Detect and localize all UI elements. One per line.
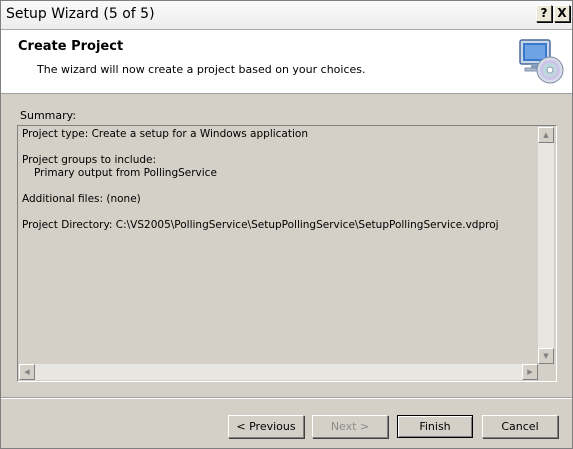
summary-project-directory: Project Directory: C:\VS2005\PollingServ…	[22, 219, 499, 231]
title-bar: Setup Wizard (5 of 5) ? X	[1, 1, 572, 30]
summary-groups-item: Primary output from PollingService	[34, 167, 217, 179]
arrow-left-icon[interactable]: ◀	[19, 364, 35, 380]
summary-label: Summary:	[20, 109, 77, 122]
arrow-down-icon[interactable]: ▼	[538, 348, 554, 364]
summary-content: Project type: Create a setup for a Windo…	[22, 128, 532, 232]
page-title: Create Project	[18, 39, 124, 54]
finish-button[interactable]: Finish	[397, 415, 473, 438]
summary-project-type: Project type: Create a setup for a Windo…	[22, 128, 308, 140]
cancel-button[interactable]: Cancel	[482, 415, 558, 438]
page-subtitle: The wizard will now create a project bas…	[37, 63, 366, 76]
summary-groups-heading: Project groups to include:	[22, 154, 157, 166]
footer-separator	[1, 397, 572, 399]
scrollbar-corner	[538, 364, 554, 380]
next-button[interactable]: Next >	[312, 415, 388, 438]
window-title: Setup Wizard (5 of 5)	[6, 6, 155, 22]
arrow-right-icon[interactable]: ▶	[522, 364, 538, 380]
close-button[interactable]: X	[554, 5, 570, 22]
summary-additional-files: Additional files: (none)	[22, 193, 141, 205]
wizard-header: Create Project The wizard will now creat…	[1, 30, 572, 94]
arrow-up-icon[interactable]: ▲	[538, 127, 554, 143]
help-button[interactable]: ?	[536, 5, 552, 22]
vertical-scrollbar[interactable]: ▲ ▼	[538, 127, 554, 364]
previous-button[interactable]: < Previous	[228, 415, 304, 438]
horizontal-scrollbar[interactable]: ◀ ▶	[19, 364, 538, 380]
computer-cd-icon	[519, 39, 564, 84]
summary-text-area[interactable]: Project type: Create a setup for a Windo…	[17, 125, 557, 382]
setup-wizard-window: Setup Wizard (5 of 5) ? X Create Project…	[0, 0, 573, 449]
